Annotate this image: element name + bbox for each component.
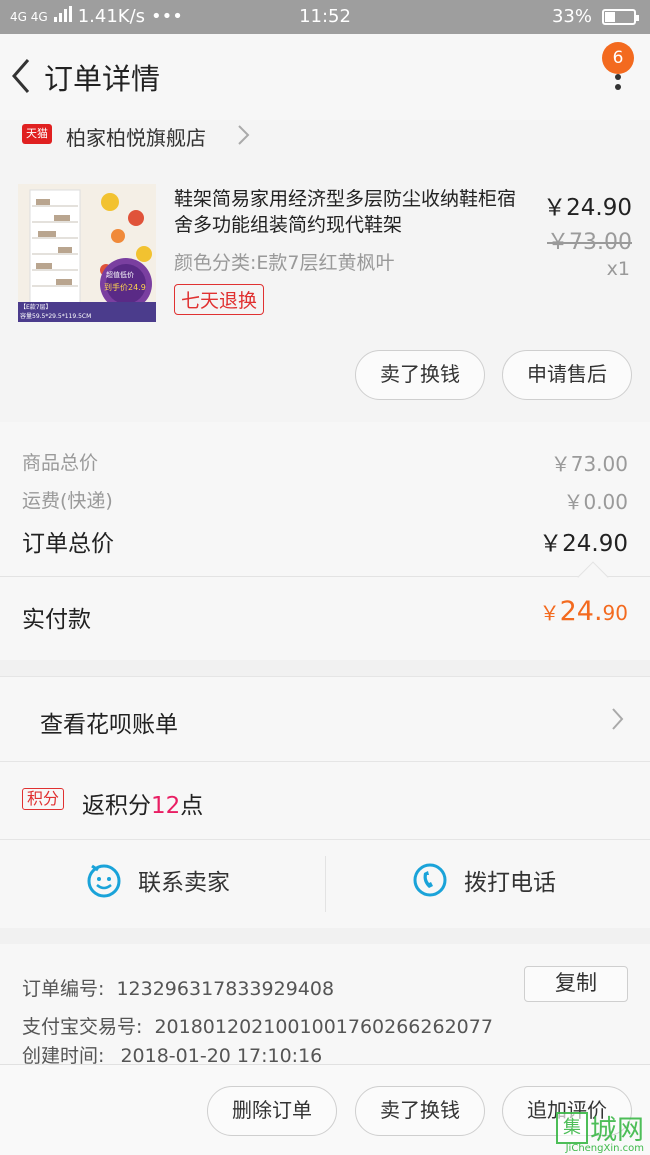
alipay-label: 支付宝交易号: <box>22 1016 143 1038</box>
product-original-price: ￥73.00 <box>547 230 632 255</box>
points-row: 积分 返积分12点 <box>0 762 650 840</box>
return-policy-tag: 七天退换 <box>174 284 265 315</box>
watermark-logo-icon: 集 <box>556 1111 588 1144</box>
order-total-value: ￥24.90 <box>539 531 628 557</box>
alipay-value: 2018012021001001760266262077 <box>154 1016 493 1038</box>
call-phone-label: 拨打电话 <box>464 870 556 896</box>
goods-total-label: 商品总价 <box>22 452 99 474</box>
paid-integer: 24. <box>559 596 603 627</box>
contact-seller-button[interactable]: 联系卖家 <box>86 862 230 898</box>
chevron-right-icon <box>612 708 624 730</box>
paid-label: 实付款 <box>22 607 91 633</box>
product-thumbnail[interactable]: 超值低价 到手价24.9 【E款7层】 容量59.5*29.5*119.5CM <box>18 184 156 322</box>
goods-total-value: ￥73.00 <box>550 452 628 476</box>
shipping-value: ￥0.00 <box>563 490 628 514</box>
copy-order-number-button[interactable]: 复制 <box>524 966 628 1002</box>
page-title: 订单详情 <box>44 62 161 96</box>
contact-seller-label: 联系卖家 <box>138 870 230 896</box>
summary-row-order-total: 订单总价 ￥24.90 <box>22 524 628 558</box>
resell-button[interactable]: 卖了换钱 <box>355 350 485 400</box>
chevron-left-icon <box>12 59 30 93</box>
points-tag: 积分 <box>22 788 65 810</box>
thumb-promo-top: 超值低价 <box>106 271 134 279</box>
message-badge[interactable]: 6 <box>602 42 634 74</box>
huabei-label[interactable]: 查看花呗账单 <box>40 705 178 739</box>
bottom-action-bar: 删除订单 卖了换钱 追加评价 <box>0 1064 650 1155</box>
contact-divider <box>325 856 326 912</box>
summary-row-goods: 商品总价 ￥73.00 <box>22 448 628 477</box>
points-text: 返积分12点 <box>82 786 203 820</box>
alipay-row: 支付宝交易号: 2018012021001001760266262077 <box>22 1012 493 1039</box>
watermark-text: 城网 <box>590 1115 644 1146</box>
thumb-caption-top: 【E款7层】 <box>20 304 52 311</box>
contact-bar: 联系卖家 拨打电话 <box>0 840 650 928</box>
order-total-label: 订单总价 <box>22 531 114 557</box>
shop-header[interactable]: 天猫 柏家柏悦旗舰店 <box>0 120 650 174</box>
battery-icon <box>602 8 639 25</box>
shop-name[interactable]: 柏家柏悦旗舰店 <box>66 122 206 151</box>
product-price: ￥24.90 <box>543 195 632 221</box>
summary-row-shipping: 运费(快递) ￥0.00 <box>22 486 628 515</box>
summary-divider <box>0 576 650 577</box>
shipping-label: 运费(快递) <box>22 490 113 512</box>
order-info: 订单编号: 123296317833929408 复制 支付宝交易号: 2018… <box>0 944 650 1067</box>
points-number: 12 <box>151 793 181 819</box>
order-number-label: 订单编号: <box>22 978 105 1000</box>
product-title[interactable]: 鞋架简易家用经济型多层防尘收纳鞋柜宿舍多功能组装简约现代鞋架 <box>174 186 526 238</box>
product-quantity: x1 <box>606 258 630 280</box>
thumb-caption: 容量59.5*29.5*119.5CM <box>20 313 92 320</box>
chat-face-icon <box>87 864 121 898</box>
caret-up-icon <box>577 561 609 593</box>
order-number-value: 123296317833929408 <box>116 978 335 1000</box>
watermark-url: JiChengXin.com <box>565 1143 644 1154</box>
battery-percent: 33% <box>551 6 592 27</box>
thumb-promo-price: 到手价24.9 <box>104 283 146 292</box>
after-sale-button[interactable]: 申请售后 <box>502 350 632 400</box>
status-bar: 4G 4G 1.41K/s ••• 11:52 33% <box>0 0 650 34</box>
delete-order-button[interactable]: 删除订单 <box>207 1086 337 1136</box>
call-phone-button[interactable]: 拨打电话 <box>412 862 556 898</box>
points-suffix: 点 <box>180 793 204 819</box>
paid-amount: ￥24.90 <box>540 596 628 627</box>
price-summary: 商品总价 ￥73.00 运费(快递) ￥0.00 订单总价 ￥24.90 实付款… <box>0 422 650 660</box>
back-button[interactable] <box>6 56 36 96</box>
chevron-right-icon <box>238 125 250 145</box>
huabei-bill-row[interactable]: 查看花呗账单 <box>0 676 650 762</box>
nav-bar: 订单详情 6 <box>0 34 650 120</box>
resell-bottom-button[interactable]: 卖了换钱 <box>355 1086 485 1136</box>
order-number-row: 订单编号: 123296317833929408 <box>22 974 334 1001</box>
points-prefix: 返积分 <box>82 793 151 819</box>
tmall-logo-icon: 天猫 <box>22 124 52 144</box>
paid-currency: ￥ <box>539 601 560 625</box>
site-watermark: 集 城网 <box>556 1108 644 1147</box>
paid-decimal: 90 <box>602 601 628 625</box>
product-sku: 颜色分类:E款7层红黄枫叶 <box>174 252 395 274</box>
phone-icon <box>413 863 447 897</box>
product-card[interactable]: 超值低价 到手价24.9 【E款7层】 容量59.5*29.5*119.5CM … <box>0 174 650 422</box>
status-right: 33% <box>551 6 639 27</box>
